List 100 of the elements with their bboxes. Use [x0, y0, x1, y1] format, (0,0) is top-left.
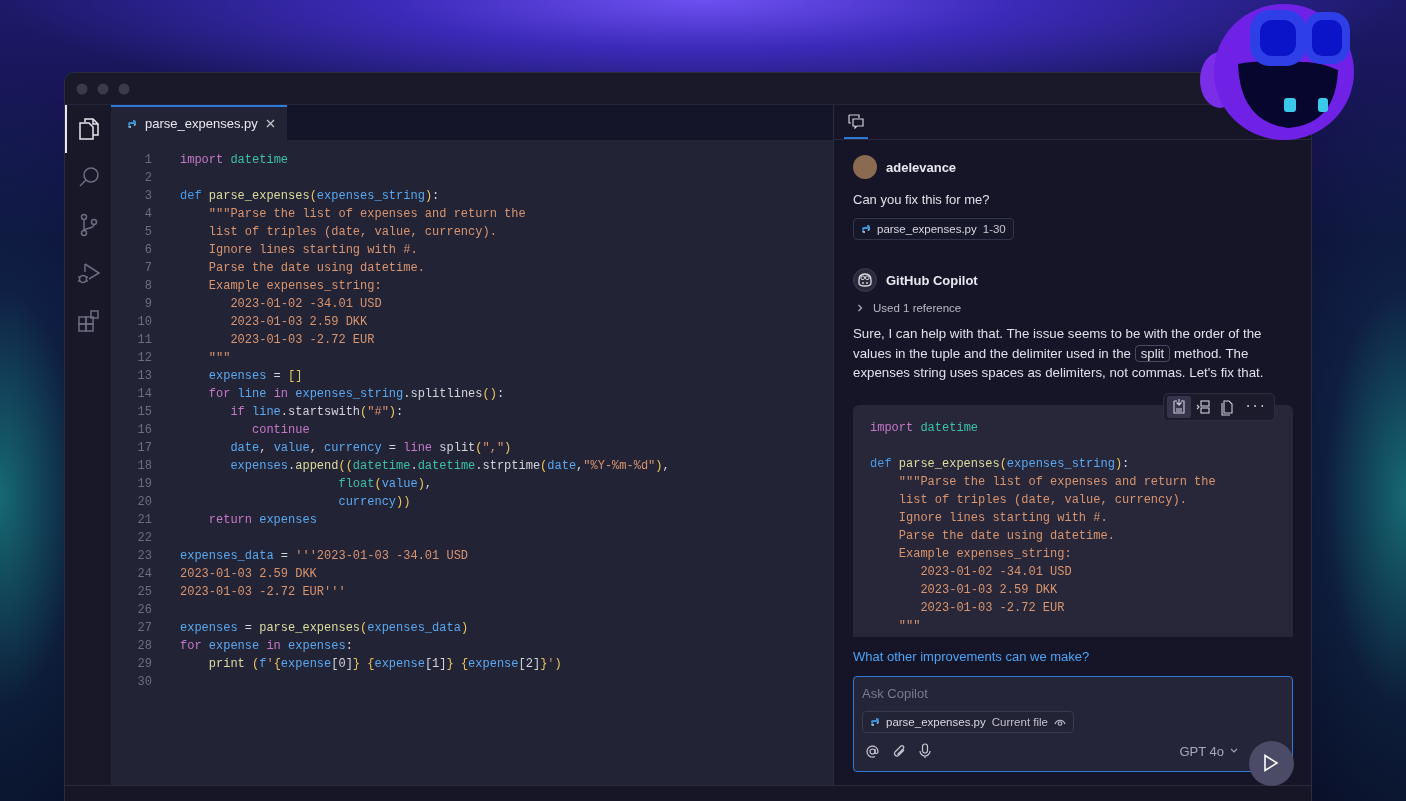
chat-icon — [848, 113, 864, 129]
file-type-icon — [127, 118, 137, 129]
code-line: def parse_expenses(expenses_string): — [180, 188, 440, 205]
line-number: 15 — [136, 404, 152, 421]
code-line: 2023-01-03 2.59 DKK — [919, 581, 1058, 599]
code-line: date, value, currency = line split(",") — [229, 440, 512, 457]
line-number: 7 — [143, 260, 152, 277]
line-number: 20 — [136, 494, 152, 511]
branch-icon — [79, 213, 99, 237]
code-line: expenses_data = '''2023-01-03 -34.01 USD — [180, 548, 469, 565]
line-number: 24 — [136, 566, 152, 583]
more-button[interactable]: ··· — [1239, 399, 1271, 414]
author-name: adelevance — [886, 159, 957, 175]
code-line: import datetime — [870, 419, 979, 437]
code-line: 2023-01-03 -2.72 EUR — [919, 599, 1065, 617]
line-number: 12 — [136, 350, 152, 367]
paperclip-icon[interactable] — [892, 743, 907, 759]
robot-avatar-icon — [853, 268, 877, 292]
line-number: 9 — [143, 296, 152, 313]
code-line: for line in expenses_string.splitlines(): — [207, 386, 505, 403]
line-number: 11 — [136, 332, 152, 349]
code-line: """ — [207, 350, 231, 367]
run-debug-icon — [77, 261, 101, 285]
close-icon[interactable] — [265, 119, 275, 128]
send-button[interactable] — [1249, 740, 1294, 786]
references-toggle[interactable]: Used 1 reference — [853, 302, 962, 314]
code-line: continue — [251, 422, 310, 439]
avatar — [853, 155, 877, 179]
code-line: print (f'{expense[0]} {expense[1]} {expense[2]}') — [207, 656, 562, 673]
insert-icon[interactable] — [1167, 395, 1192, 418]
line-number: 17 — [136, 440, 152, 457]
code-line: Parse the date using datetime. — [897, 527, 1115, 545]
code-line: """Parse the list of expenses and return the — [897, 473, 1216, 491]
line-number: 21 — [136, 512, 152, 529]
code-line: currency)) — [337, 494, 411, 511]
model-picker[interactable]: GPT 4o — [1173, 742, 1244, 760]
file-reference-chip[interactable]: parse_expenses.py 1-30 — [853, 218, 1014, 240]
file-type-icon — [870, 716, 880, 727]
code-line: 2023-01-03 -2.72 EUR — [229, 332, 375, 349]
message-text: Can you fix this for me? — [853, 192, 991, 207]
extensions-icon — [77, 309, 101, 333]
chevron-icon — [856, 304, 864, 312]
code-line: for expense in expenses: — [180, 638, 353, 655]
line-number: 14 — [136, 386, 152, 403]
code-line: float(value), — [337, 476, 433, 493]
code-line: return expenses — [207, 512, 317, 529]
response-text: Sure, I can help with that. The issue seems to be with the order of the values in the tuple and the delimiter used in the split method. The expenses string uses spaces as delimiters, not commas. Let's fix that. — [853, 325, 1265, 382]
line-number: 10 — [136, 314, 152, 331]
line-number: 4 — [143, 206, 152, 223]
author-name: GitHub Copilot — [886, 272, 978, 288]
files-icon — [78, 117, 100, 141]
suggestion-link[interactable]: What other improvements can we make? — [853, 648, 1293, 664]
code-line: 2023-01-03 -2.72 EUR''' — [180, 584, 346, 601]
chevron-down-icon — [1230, 748, 1238, 754]
code-line: Example expenses_string: — [207, 278, 382, 295]
send-icon — [1262, 754, 1279, 772]
line-number: 29 — [136, 656, 152, 673]
code-line: """ — [897, 617, 921, 635]
line-number: 30 — [136, 674, 152, 691]
line-number: 5 — [143, 224, 152, 241]
code-line: Parse the date using datetime. — [207, 260, 425, 277]
code-line: list of triples (date, value, currency). — [897, 491, 1187, 509]
line-number: 23 — [136, 548, 152, 565]
microphone-icon[interactable] — [919, 743, 931, 759]
code-line: import datetime — [180, 152, 289, 169]
line-number: 2 — [143, 170, 152, 187]
code-line: def parse_expenses(expenses_string): — [870, 455, 1130, 473]
line-number: 19 — [136, 476, 152, 493]
line-number: 8 — [143, 278, 152, 295]
code-line: 2023-01-03 2.59 DKK — [229, 314, 368, 331]
line-number: 13 — [136, 368, 152, 385]
eye-icon — [1054, 717, 1066, 726]
attachment-chip[interactable]: parse_expenses.py Current file — [862, 710, 1074, 733]
file-type-icon — [861, 224, 871, 234]
code-line: """Parse the list of expenses and return the — [207, 206, 526, 223]
code-line: list of triples (date, value, currency). — [207, 224, 497, 241]
code-line: 2023-01-02 -34.01 USD — [229, 296, 382, 313]
line-number: 3 — [143, 188, 152, 205]
mention-icon[interactable] — [865, 743, 880, 759]
code-line: Ignore lines starting with #. — [207, 242, 418, 259]
code-line: expenses.append((datetime.datetime.strptime(date,"%Y-%m-%d"), — [229, 458, 670, 475]
code-line: Example expenses_string: — [897, 545, 1072, 563]
line-number: 22 — [136, 530, 152, 547]
chat-input-field[interactable]: Ask Copilot — [862, 683, 1284, 703]
code-line: expenses = parse_expenses(expenses_data) — [180, 620, 469, 637]
line-number: 26 — [136, 602, 152, 619]
code-line: expenses = [] — [207, 368, 303, 385]
search-icon — [78, 166, 100, 188]
editor-tab[interactable]: parse_expenses.py — [111, 105, 287, 140]
line-number: 28 — [136, 638, 152, 655]
line-number: 25 — [136, 584, 152, 601]
line-number: 6 — [143, 242, 152, 259]
line-number: 16 — [136, 422, 152, 439]
line-number: 18 — [136, 458, 152, 475]
line-number: 27 — [136, 620, 152, 637]
code-line: if line.startswith("#"): — [229, 404, 404, 421]
code-line: 2023-01-03 2.59 DKK — [180, 566, 317, 583]
line-number: 1 — [143, 152, 152, 169]
code-line: Ignore lines starting with #. — [897, 509, 1108, 527]
code-line: 2023-01-02 -34.01 USD — [919, 563, 1072, 581]
